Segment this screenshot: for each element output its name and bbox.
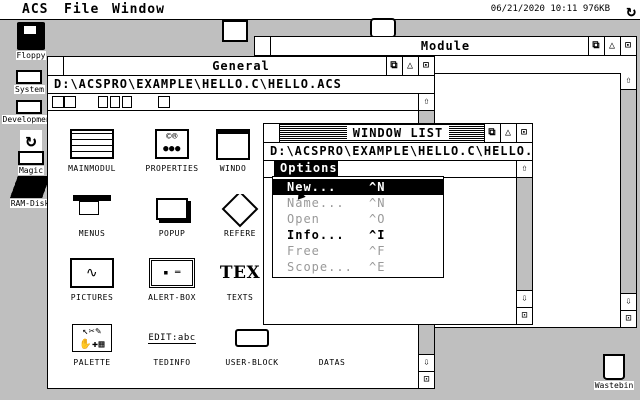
object-icon-popup[interactable]: POPUP [132, 194, 212, 238]
module-title: Module [414, 39, 477, 53]
object-icon-pictures[interactable]: ∿ PICTURES [52, 258, 132, 302]
tool-icon[interactable] [110, 96, 120, 108]
scroll-up-icon[interactable]: ⇧ [621, 73, 636, 90]
object-icon-user-block[interactable]: USER-BLOCK [212, 323, 292, 367]
drive-icon [16, 100, 42, 114]
status-clock: 06/21/2020 10:11 976KB [490, 4, 610, 14]
backdrop-icon[interactable]: ⊡ [620, 37, 636, 55]
window-list-path: D:\ACSPRO\EXAMPLE\HELLO.C\HELLO. [264, 143, 532, 161]
reference-icon [212, 194, 268, 228]
fuller-icon[interactable]: △ [402, 57, 418, 75]
user-block-icon [212, 323, 292, 353]
size-box-icon[interactable]: ⊡ [419, 371, 434, 388]
iconify-icon[interactable]: ⧉ [386, 57, 402, 75]
menu-item-open: Open ^O [287, 212, 386, 226]
desktop-icon-system[interactable]: System [14, 70, 45, 94]
menu-file[interactable]: File [64, 2, 99, 17]
options-menu-title[interactable]: Options [274, 160, 338, 176]
scroll-up-icon[interactable]: ⇧ [419, 94, 434, 111]
scroll-down-icon[interactable]: ⇩ [621, 293, 636, 310]
menu-icon [52, 194, 132, 224]
object-icon-alert-box[interactable]: ▪ ═ ALERT-BOX [132, 258, 212, 302]
object-icon-texts[interactable]: TEX TEXTS [212, 258, 268, 302]
close-box-icon[interactable] [48, 57, 64, 75]
trash-icon [603, 354, 625, 380]
brick-wall-icon [52, 129, 132, 159]
close-box-icon[interactable] [255, 37, 271, 55]
menu-item-info[interactable]: Info... ^I [273, 227, 443, 243]
drive-icon [18, 151, 44, 165]
tool-icon[interactable] [98, 96, 108, 108]
alert-box-icon: ▪ ═ [132, 258, 212, 288]
close-box-icon[interactable] [264, 124, 280, 142]
window-list-vscroll[interactable]: ⇧ ⇩ ⊡ [516, 161, 532, 324]
tool-icon[interactable] [122, 96, 132, 108]
object-icon-menus[interactable]: MENUS [52, 194, 132, 238]
desktop-object-icon [222, 20, 248, 42]
palette-icon: ↖✂✎ ✋✚▦ [52, 323, 132, 353]
size-box-icon[interactable]: ⊡ [517, 307, 532, 324]
drive-icon [16, 70, 42, 84]
iconify-icon[interactable]: ⧉ [588, 37, 604, 55]
object-icon-tedinfo[interactable]: EDIT:abc TEDINFO [132, 323, 212, 367]
ramdisk-icon [9, 176, 51, 198]
desktop-object-icon [370, 18, 396, 38]
scroll-up-icon[interactable]: ⇧ [517, 161, 532, 178]
menu-acs[interactable]: ACS [22, 2, 48, 17]
object-icon-mainmodul[interactable]: MAINMODUL [52, 129, 132, 173]
window-list-titlebar[interactable]: WINDOW LIST ⧉ △ ⊡ [264, 124, 532, 143]
menu-item-scope: Scope... ^E [287, 260, 386, 274]
properties-icon: ©® ●●● [132, 129, 212, 159]
module-vscroll[interactable]: ⇧ ⇩ ⊡ [620, 73, 636, 327]
cycle-icon[interactable]: ↻ [626, 1, 636, 20]
scroll-track[interactable] [621, 90, 636, 293]
popup-icon [132, 194, 212, 224]
datas-icon [292, 323, 372, 353]
iconify-icon[interactable]: ⧉ [484, 124, 500, 142]
menu-bar: ACS File Window 06/21/2020 10:11 976KB ↻ [0, 0, 640, 20]
menu-window[interactable]: Window [112, 2, 165, 17]
tool-icon[interactable] [64, 96, 76, 108]
desktop-icon-floppy[interactable]: Floppy [8, 22, 54, 60]
scroll-down-icon[interactable]: ⇩ [517, 290, 532, 307]
tedinfo-icon: EDIT:abc [148, 332, 196, 344]
object-icon-windows[interactable]: WINDO [212, 129, 254, 173]
fuller-icon[interactable]: △ [500, 124, 516, 142]
general-path: D:\ACSPRO\EXAMPLE\HELLO.C\HELLO.ACS [48, 76, 434, 94]
scroll-down-icon[interactable]: ⇩ [419, 354, 434, 371]
tool-icon[interactable] [158, 96, 170, 108]
general-titlebar[interactable]: General ⧉ △ ⊡ [48, 57, 434, 76]
module-titlebar[interactable]: Module ⧉ △ ⊡ [255, 37, 636, 56]
desktop-icon-wastebin[interactable]: Wastebin [592, 354, 636, 390]
save-icon[interactable] [52, 96, 64, 108]
magic-icon: ↻ [20, 130, 42, 151]
object-icon-references[interactable]: REFERE [212, 194, 268, 238]
general-toolbar [48, 94, 418, 111]
picture-icon: ∿ [52, 258, 132, 288]
scroll-track[interactable] [517, 178, 532, 290]
object-icon-palette[interactable]: ↖✂✎ ✋✚▦ PALETTE [52, 323, 132, 367]
desktop-icon-magic[interactable]: ↻ Magic [14, 130, 48, 175]
fuller-icon[interactable]: △ [604, 37, 620, 55]
window-list-title: WINDOW LIST [346, 126, 450, 140]
size-box-icon[interactable]: ⊡ [621, 310, 636, 327]
object-icon-datas[interactable]: DATAS [292, 323, 372, 367]
general-title: General [206, 59, 276, 73]
texts-icon: TEX [219, 263, 261, 283]
floppy-icon [17, 22, 45, 50]
menu-item-free: Free ^F [287, 244, 386, 258]
object-icon-properties[interactable]: ©® ●●● PROPERTIES [132, 129, 212, 173]
backdrop-icon[interactable]: ⊡ [418, 57, 434, 75]
window-icon [212, 129, 254, 160]
backdrop-icon[interactable]: ⊡ [516, 124, 532, 142]
